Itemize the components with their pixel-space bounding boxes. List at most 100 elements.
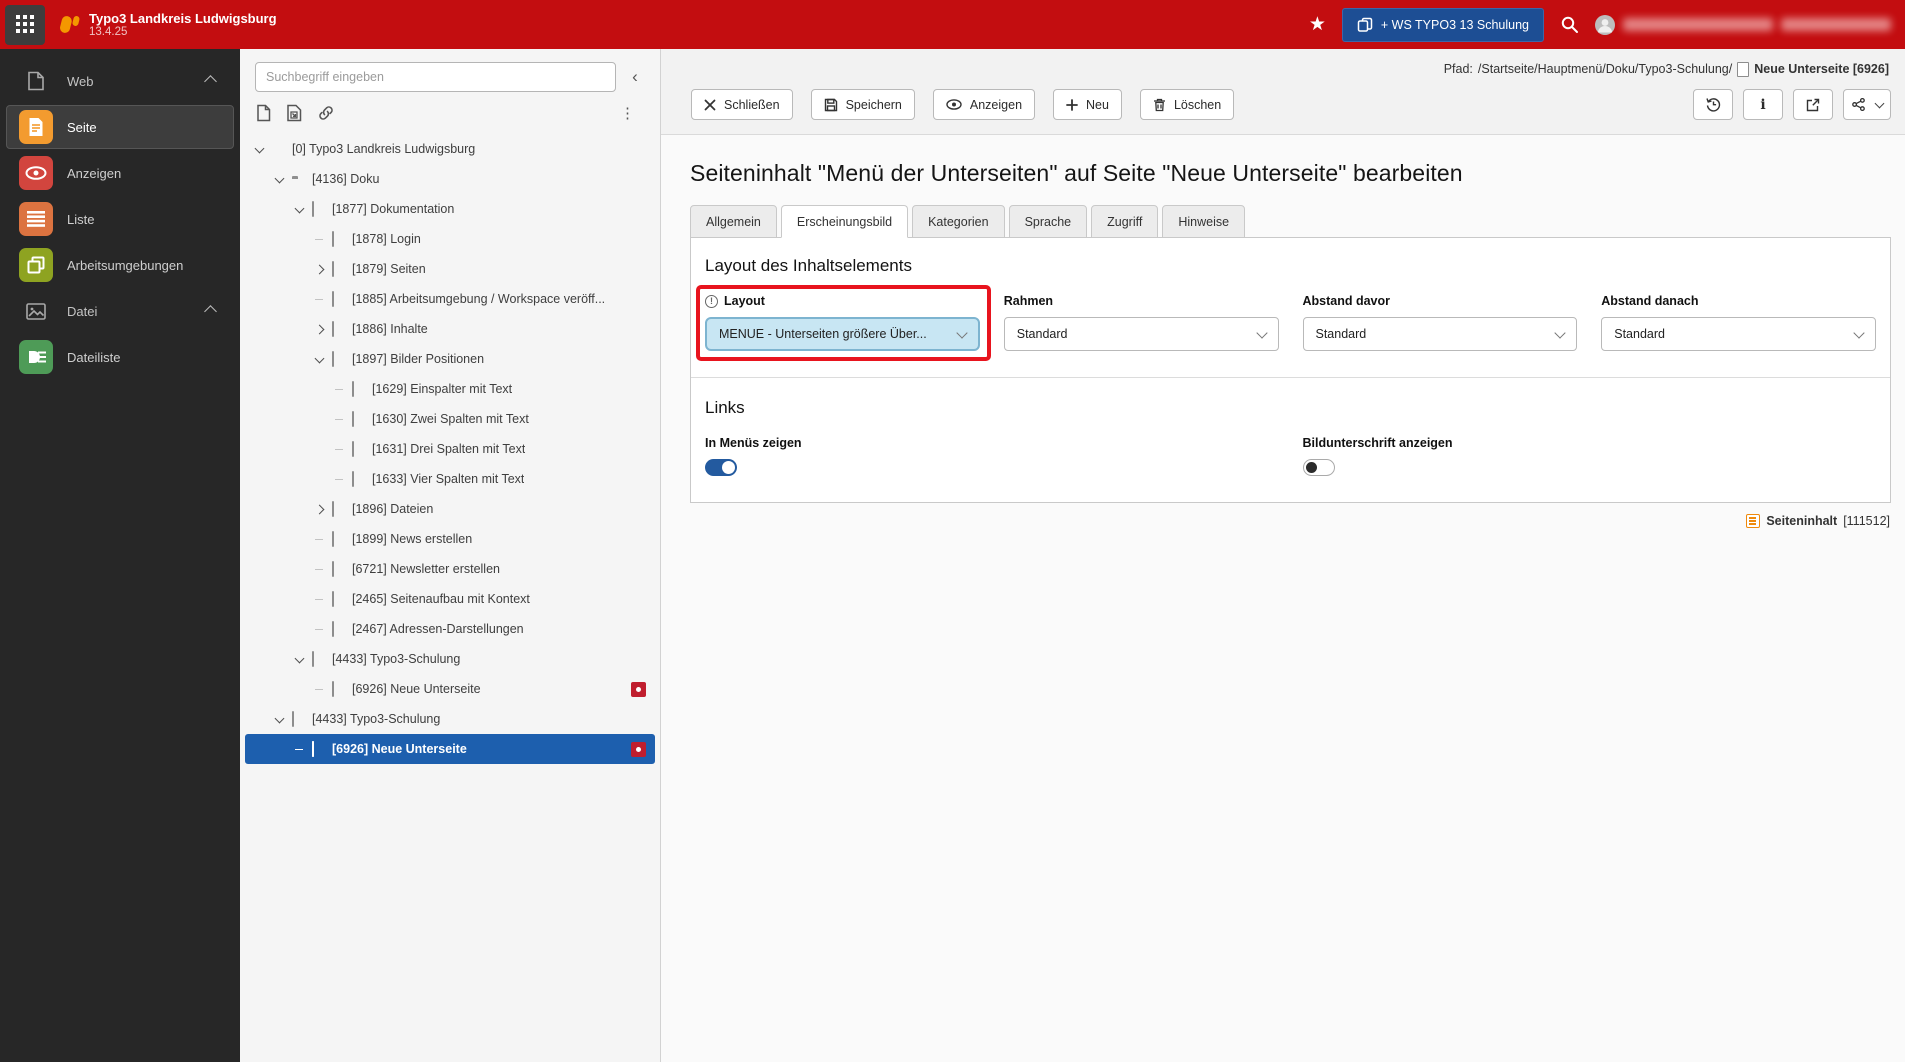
save-button[interactable]: Speichern (810, 89, 915, 120)
new-page-drag-icon[interactable] (286, 104, 302, 122)
tree-item[interactable]: [1879] Seiten (245, 254, 655, 284)
tree-item[interactable]: [1897] Bilder Positionen (245, 344, 655, 374)
tree-item[interactable]: [2465] Seitenaufbau mit Kontext (245, 584, 655, 614)
new-button[interactable]: Neu (1053, 89, 1122, 120)
tree-item[interactable]: [1877] Dokumentation (245, 194, 655, 224)
current-page[interactable]: Neue Unterseite [6926] (1737, 61, 1889, 77)
user-menu[interactable] (1595, 14, 1891, 35)
bildunterschrift-toggle[interactable] (1302, 459, 1335, 476)
tree-item[interactable]: [2467] Adressen-Darstellungen (245, 614, 655, 644)
tab-allgemein[interactable]: Allgemein (690, 205, 777, 238)
expander-icon[interactable] (313, 264, 325, 274)
expander-icon[interactable] (253, 143, 265, 153)
expander-icon[interactable] (313, 353, 325, 363)
brand[interactable]: Typo3 Landkreis Ludwigsburg 13.4.25 (59, 11, 277, 39)
external-link-icon (1806, 98, 1820, 111)
tree-item[interactable]: [1631] Drei Spalten mit Text (245, 434, 655, 464)
sidebar-item-dateiliste[interactable]: Dateiliste (6, 335, 234, 379)
expander-icon[interactable] (293, 653, 305, 663)
page-tree-panel: ‹ ⋮ [0] Typo3 Landkreis Ludwigsburg (240, 49, 661, 1062)
layout-select[interactable]: MENUE - Unterseiten größere Über... (705, 317, 980, 351)
tree-item[interactable]: [0] Typo3 Landkreis Ludwigsburg (245, 134, 655, 164)
module-group-web[interactable]: Web (6, 59, 234, 103)
workspace-icon (1357, 17, 1373, 32)
tree-item[interactable]: [6926] Neue Unterseite (245, 674, 655, 704)
tree-page-icon (332, 591, 345, 607)
expander-icon[interactable] (333, 418, 345, 420)
tree-item[interactable]: [1885] Arbeitsumgebung / Workspace veröf… (245, 284, 655, 314)
rahmen-select[interactable]: Standard (1003, 317, 1279, 351)
tab-sprache[interactable]: Sprache (1008, 205, 1088, 238)
more-options-icon[interactable]: ⋮ (620, 104, 650, 122)
link-icon[interactable] (317, 104, 335, 122)
tab-hinweise[interactable]: Hinweise (1162, 205, 1246, 238)
workspace-button[interactable]: + WS TYPO3 13 Schulung (1341, 7, 1544, 42)
abstand-danach-select[interactable]: Standard (1601, 317, 1876, 351)
tree-item[interactable]: [1633] Vier Spalten mit Text (245, 464, 655, 494)
expander-icon[interactable] (333, 478, 345, 480)
expander-icon[interactable] (313, 238, 325, 240)
close-button[interactable]: Schließen (691, 89, 793, 120)
sidebar-item-label: Dateiliste (67, 349, 121, 365)
expander-icon[interactable] (313, 324, 325, 334)
tree-item[interactable]: [1878] Login (245, 224, 655, 254)
expander-icon[interactable] (293, 203, 305, 213)
info-button[interactable]: i (1743, 89, 1783, 120)
app-grid-button[interactable] (5, 4, 45, 45)
path-label: Pfad: (1443, 62, 1473, 76)
tab-zugriff[interactable]: Zugriff (1091, 205, 1159, 238)
tree-page-icon (332, 291, 345, 307)
delete-button[interactable]: Löschen (1139, 89, 1235, 120)
workspace-button-label: + WS TYPO3 13 Schulung (1380, 17, 1529, 32)
view-button[interactable]: Anzeigen (932, 89, 1036, 120)
expander-icon[interactable] (313, 568, 325, 570)
open-external-button[interactable] (1793, 89, 1833, 120)
tab-kategorien[interactable]: Kategorien (912, 205, 1005, 238)
expander-icon[interactable] (333, 388, 345, 390)
tree-item[interactable]: [4433] Typo3-Schulung (245, 644, 655, 674)
share-button[interactable] (1843, 89, 1891, 120)
tree-item[interactable]: [6926] Neue Unterseite (245, 734, 655, 764)
tree-item[interactable]: [1630] Zwei Spalten mit Text (245, 404, 655, 434)
expander-icon[interactable] (273, 173, 285, 183)
tree-item[interactable]: [1899] News erstellen (245, 524, 655, 554)
tree-item[interactable]: [4136] Doku (245, 164, 655, 194)
tree-item[interactable]: [1886] Inhalte (245, 314, 655, 344)
expander-icon[interactable] (333, 448, 345, 450)
bookmark-star-icon[interactable]: ★ (1309, 15, 1326, 34)
module-sidebar: Web Seite Anzeigen Liste Arbeitsumgebung… (0, 49, 240, 1062)
tab-erscheinungsbild[interactable]: Erscheinungsbild (780, 205, 909, 238)
tree-page-icon (352, 471, 365, 487)
tree-filter-input[interactable] (255, 62, 616, 92)
expander-icon[interactable] (293, 748, 305, 750)
new-page-icon[interactable] (256, 104, 271, 122)
history-button[interactable] (1693, 89, 1733, 120)
tab-bar: Allgemein Erscheinungsbild Kategorien Sp… (690, 205, 1891, 238)
expander-icon[interactable] (313, 688, 325, 690)
search-icon[interactable] (1560, 15, 1579, 34)
chevron-down-icon (1874, 98, 1884, 109)
sidebar-item-liste[interactable]: Liste (6, 197, 234, 241)
tree-item[interactable]: [4433] Typo3-Schulung (245, 704, 655, 734)
expander-icon[interactable] (313, 628, 325, 630)
filelist-module-icon (19, 340, 53, 374)
sidebar-item-seite[interactable]: Seite (6, 105, 234, 149)
path-value[interactable]: /Startseite/Hauptmenü/Doku/Typo3-Schulun… (1478, 62, 1732, 76)
expander-icon[interactable] (313, 298, 325, 300)
expander-icon[interactable] (313, 538, 325, 540)
sidebar-item-anzeigen[interactable]: Anzeigen (6, 151, 234, 195)
tree-item[interactable]: [6721] Newsletter erstellen (245, 554, 655, 584)
tree-item[interactable]: [1629] Einspalter mit Text (245, 374, 655, 404)
in-menus-toggle[interactable] (705, 459, 737, 476)
expander-icon[interactable] (313, 598, 325, 600)
web-module-icon (19, 64, 53, 98)
expander-icon[interactable] (313, 504, 325, 514)
module-group-datei[interactable]: Datei (6, 289, 234, 333)
rahmen-field: Rahmen Standard (1003, 294, 1279, 351)
sidebar-item-arbeitsumgebungen[interactable]: Arbeitsumgebungen (6, 243, 234, 287)
tree-page-icon (332, 561, 345, 577)
collapse-tree-icon[interactable]: ‹ (620, 67, 650, 87)
abstand-davor-select[interactable]: Standard (1302, 317, 1578, 351)
tree-item[interactable]: [1896] Dateien (245, 494, 655, 524)
expander-icon[interactable] (273, 713, 285, 723)
